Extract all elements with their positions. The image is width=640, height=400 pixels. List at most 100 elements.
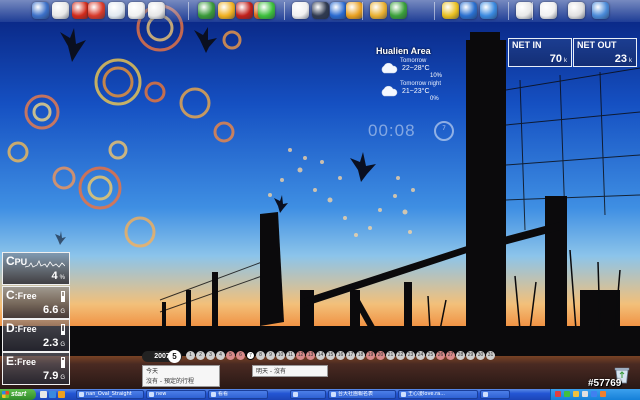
calendar-day[interactable]: 25 bbox=[426, 351, 435, 360]
weather-period-label: Tomorrow bbox=[400, 58, 427, 64]
tray-bluetooth-icon[interactable] bbox=[591, 391, 597, 397]
cpu-meter[interactable]: CPU 4% bbox=[2, 252, 70, 285]
film-icon[interactable] bbox=[312, 2, 329, 19]
network-icon[interactable] bbox=[460, 2, 477, 19]
net-out-meter[interactable]: NET OUT 23 k bbox=[573, 38, 637, 67]
task-app-icon bbox=[331, 392, 336, 397]
calendar-day[interactable]: 5 bbox=[226, 351, 235, 360]
task-app-icon bbox=[79, 392, 84, 397]
drive-e-label: E:Free bbox=[6, 354, 37, 368]
calendar-day[interactable]: 23 bbox=[406, 351, 415, 360]
calendar-month: 5 bbox=[168, 350, 181, 363]
weather-row-tomorrow: Tomorrow 22~28°C 10% bbox=[380, 58, 480, 80]
task-button[interactable]: 王心凌love.ra... bbox=[398, 390, 478, 399]
calendar-day[interactable]: 21 bbox=[386, 351, 395, 360]
drive-c-usage-bar bbox=[61, 291, 65, 302]
x-icon[interactable] bbox=[330, 2, 347, 19]
green-ball-icon[interactable] bbox=[258, 2, 275, 19]
weather-widget[interactable]: Hualien Area Tomorrow 22~28°C 10% Tomorr… bbox=[374, 46, 480, 108]
calendar-day[interactable]: 29 bbox=[466, 351, 475, 360]
calendar-day[interactable]: 6 bbox=[236, 351, 245, 360]
dock-separator bbox=[508, 2, 509, 20]
start-button[interactable]: start bbox=[0, 389, 36, 400]
monkey-icon[interactable] bbox=[370, 2, 387, 19]
task-button[interactable]: new bbox=[146, 390, 206, 399]
today-schedule-note: 今天 沒有 - 預定的行程 bbox=[142, 365, 220, 387]
calendar-days: 1 2 3 4 5 6 7 8 9 10 11 12 13 14 15 16 17 18 19 20 21 22 23 24 2… bbox=[186, 351, 495, 362]
quicklaunch-media-icon[interactable] bbox=[58, 391, 65, 398]
calendar-day[interactable]: 7 bbox=[246, 351, 255, 360]
calendar-day[interactable]: 24 bbox=[416, 351, 425, 360]
drive-d-meter[interactable]: D:Free 2.3 G bbox=[2, 319, 70, 352]
calendar-day[interactable]: 1 bbox=[186, 351, 195, 360]
tray-antivirus-icon[interactable] bbox=[555, 391, 561, 397]
task-button[interactable]: nan_Oval_Straight bbox=[76, 390, 144, 399]
net-in-label: NET IN bbox=[512, 40, 542, 50]
toolbox-icon[interactable] bbox=[88, 2, 105, 19]
calendar-day[interactable]: 11 bbox=[286, 351, 295, 360]
calendar-day[interactable]: 16 bbox=[336, 351, 345, 360]
calendar-day[interactable]: 30 bbox=[476, 351, 485, 360]
task-button[interactable] bbox=[290, 390, 326, 399]
pen-icon[interactable] bbox=[568, 2, 585, 19]
quicklaunch-browser-icon[interactable] bbox=[49, 391, 56, 398]
system-tray bbox=[550, 389, 640, 400]
calendar-widget[interactable]: 2007 5 1 2 3 4 5 6 7 8 9 10 11 12 13 14 15 16 17 18 19 20 21… bbox=[140, 350, 500, 391]
quicklaunch-desktop-icon[interactable] bbox=[40, 391, 47, 398]
net-in-meter[interactable]: NET IN 70 k bbox=[508, 38, 572, 67]
tray-messenger-icon[interactable] bbox=[564, 391, 570, 397]
calendar-day[interactable]: 12 bbox=[296, 351, 305, 360]
globe-icon[interactable] bbox=[198, 2, 215, 19]
calendar-day[interactable]: 2 bbox=[196, 351, 205, 360]
tray-speaker-icon[interactable] bbox=[582, 391, 588, 397]
puzzle-icon[interactable] bbox=[108, 2, 125, 19]
tray-update-icon[interactable] bbox=[600, 391, 606, 397]
calendar-day[interactable]: 22 bbox=[396, 351, 405, 360]
calendar-day[interactable]: 15 bbox=[326, 351, 335, 360]
task-button[interactable] bbox=[480, 390, 510, 399]
task-button[interactable]: 台大社團報名表 bbox=[328, 390, 396, 399]
record-icon[interactable] bbox=[236, 2, 253, 19]
sun-icon[interactable] bbox=[218, 2, 235, 19]
drive-c-meter[interactable]: C:Free 6.6 G bbox=[2, 286, 70, 319]
clock-dial-value: 7 bbox=[442, 126, 446, 132]
calendar-day[interactable]: 4 bbox=[216, 351, 225, 360]
notes-icon[interactable] bbox=[128, 2, 145, 19]
pencil-icon[interactable] bbox=[442, 2, 459, 19]
document-icon[interactable] bbox=[148, 2, 165, 19]
calendar-day[interactable]: 18 bbox=[356, 351, 365, 360]
image-watermark: #57769 bbox=[588, 378, 622, 389]
messenger-icon[interactable] bbox=[390, 2, 407, 19]
mail-icon[interactable] bbox=[52, 2, 69, 19]
calendar-day[interactable]: 26 bbox=[436, 351, 445, 360]
browser-icon[interactable] bbox=[480, 2, 497, 19]
calendar-day[interactable]: 8 bbox=[256, 351, 265, 360]
calendar-day[interactable]: 31 bbox=[486, 351, 495, 360]
media-player-icon[interactable] bbox=[292, 2, 309, 19]
weather-location: Hualien Area bbox=[376, 46, 431, 56]
tray-network-icon[interactable] bbox=[573, 391, 579, 397]
acrobat-icon[interactable] bbox=[72, 2, 89, 19]
calendar-day[interactable]: 19 bbox=[366, 351, 375, 360]
task-button[interactable]: 看看 bbox=[208, 390, 268, 399]
calendar-day[interactable]: 14 bbox=[316, 351, 325, 360]
speaker-icon[interactable] bbox=[516, 2, 533, 19]
weather-row-tomorrow-night: Tomorrow night 21~23°C 0% bbox=[380, 81, 480, 103]
calendar-day[interactable]: 3 bbox=[206, 351, 215, 360]
calendar-day[interactable]: 13 bbox=[306, 351, 315, 360]
calendar-day[interactable]: 17 bbox=[346, 351, 355, 360]
net-out-value: 23 k bbox=[614, 53, 632, 65]
desktop-icon[interactable] bbox=[32, 2, 49, 19]
envelope-icon[interactable] bbox=[540, 2, 557, 19]
calendar-day[interactable]: 28 bbox=[456, 351, 465, 360]
drive-d-value: 2.3 G bbox=[43, 337, 65, 349]
calendar-day[interactable]: 27 bbox=[446, 351, 455, 360]
dock-separator bbox=[434, 2, 435, 20]
calendar-day[interactable]: 10 bbox=[276, 351, 285, 360]
dialog-icon[interactable] bbox=[592, 2, 609, 19]
picture-icon[interactable] bbox=[346, 2, 363, 19]
calendar-day[interactable]: 9 bbox=[266, 351, 275, 360]
cloudy-icon bbox=[381, 85, 398, 97]
calendar-day[interactable]: 20 bbox=[376, 351, 385, 360]
drive-e-meter[interactable]: E:Free 7.9 G bbox=[2, 352, 70, 385]
